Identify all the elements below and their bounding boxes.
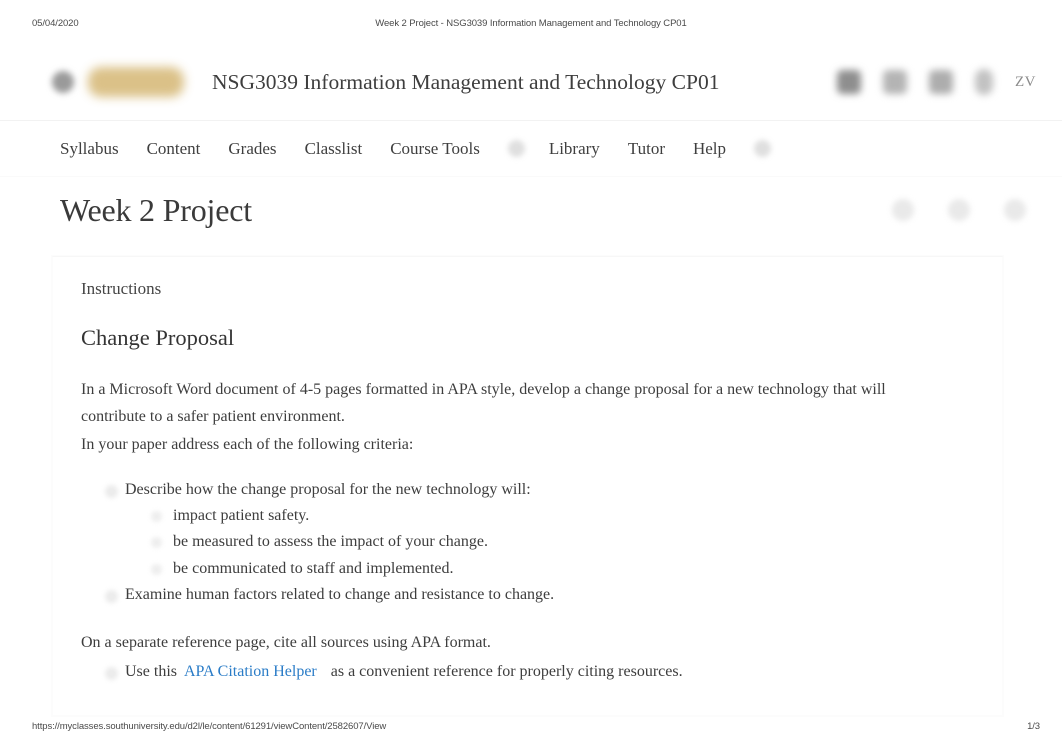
page-title-row: Week 2 Project: [0, 177, 1062, 243]
bullet-icon: [151, 510, 162, 522]
navbar-right-group: ZV: [837, 44, 1036, 120]
bullet-icon: [105, 484, 118, 498]
home-icon[interactable]: [837, 70, 861, 94]
instructions-label: Instructions: [81, 279, 162, 298]
page-title: Week 2 Project: [60, 191, 252, 228]
course-title: NSG3039 Information Management and Techn…: [212, 69, 720, 94]
list-item: impact patient safety.: [125, 503, 974, 530]
list-item-label: be communicated to staff and implemented…: [173, 559, 454, 577]
nav-item-course-tools[interactable]: Course Tools: [390, 139, 480, 159]
reference-helper-list: Use this APA Citation Helper as a convenie…: [81, 659, 974, 685]
subscriptions-icon[interactable]: [975, 69, 993, 95]
bullet-icon: [105, 590, 118, 603]
nav-item-tutor[interactable]: Tutor: [628, 139, 665, 159]
navbar-left-group: NSG3039 Information Management and Techn…: [52, 44, 719, 120]
apa-citation-helper-link[interactable]: APA Citation Helper: [184, 663, 317, 680]
notifications-icon[interactable]: [929, 70, 953, 94]
print-icon[interactable]: [892, 199, 914, 221]
application-window: NSG3039 Information Management and Techn…: [0, 44, 1062, 716]
nav-item-content[interactable]: Content: [147, 139, 201, 159]
bullet-icon: [151, 563, 162, 575]
instruction-paragraph-2: In your paper address each of the follow…: [81, 436, 414, 453]
instruction-paragraph-1: In a Microsoft Word document of 4-5 page…: [81, 381, 886, 425]
user-initials-avatar[interactable]: ZV: [1015, 74, 1036, 91]
nav-item-help[interactable]: Help: [693, 139, 726, 159]
bullet-icon: [105, 666, 118, 680]
instruction-paragraph-3: On a separate reference page, cite all s…: [81, 634, 491, 651]
more-options-icon[interactable]: [1004, 199, 1026, 221]
top-navbar: NSG3039 Information Management and Techn…: [0, 44, 1062, 121]
course-navigation-bar: Syllabus Content Grades Classlist Course…: [0, 121, 1062, 177]
reference-suffix-label: as a convenient reference for properly c…: [330, 662, 683, 680]
list-item-label: Describe how the change proposal for the…: [125, 480, 531, 498]
print-source-url: https://myclasses.southuniversity.edu/d2…: [32, 721, 387, 732]
print-page-number: 1/3: [1027, 721, 1040, 732]
criteria-list: Describe how the change proposal for the…: [81, 477, 974, 609]
chevron-down-icon-course-tools[interactable]: [507, 140, 525, 157]
bullet-icon: [151, 537, 162, 548]
content-card: Instructions Change Proposal In a Micros…: [52, 256, 1003, 716]
document-heading: Change Proposal: [81, 325, 235, 350]
list-item: Describe how the change proposal for the…: [81, 477, 974, 583]
message-icon[interactable]: [883, 70, 907, 94]
nav-item-grades[interactable]: Grades: [228, 139, 276, 159]
list-item-label: impact patient safety.: [173, 506, 310, 524]
criteria-sublist: impact patient safety. be measured to as…: [125, 503, 974, 583]
list-item: Use this APA Citation Helper as a convenie…: [81, 659, 974, 685]
list-item-label: be measured to assess the impact of your…: [173, 533, 489, 550]
hamburger-menu-icon[interactable]: [52, 71, 74, 93]
list-item: be communicated to staff and implemented…: [125, 556, 974, 583]
use-this-label: Use this: [125, 662, 177, 680]
list-item: be measured to assess the impact of your…: [125, 529, 974, 556]
page-action-group: [892, 177, 1026, 243]
list-item: Examine human factors related to change …: [81, 582, 974, 608]
settings-icon[interactable]: [948, 199, 970, 221]
nav-item-library[interactable]: Library: [549, 139, 600, 159]
nav-item-classlist[interactable]: Classlist: [305, 139, 363, 159]
print-document-title: Week 2 Project - NSG3039 Information Man…: [375, 18, 687, 29]
south-university-logo[interactable]: [88, 67, 184, 97]
chevron-down-icon-help[interactable]: [754, 140, 772, 157]
nav-item-syllabus[interactable]: Syllabus: [60, 139, 119, 159]
list-item-label: Examine human factors related to change …: [125, 586, 555, 603]
